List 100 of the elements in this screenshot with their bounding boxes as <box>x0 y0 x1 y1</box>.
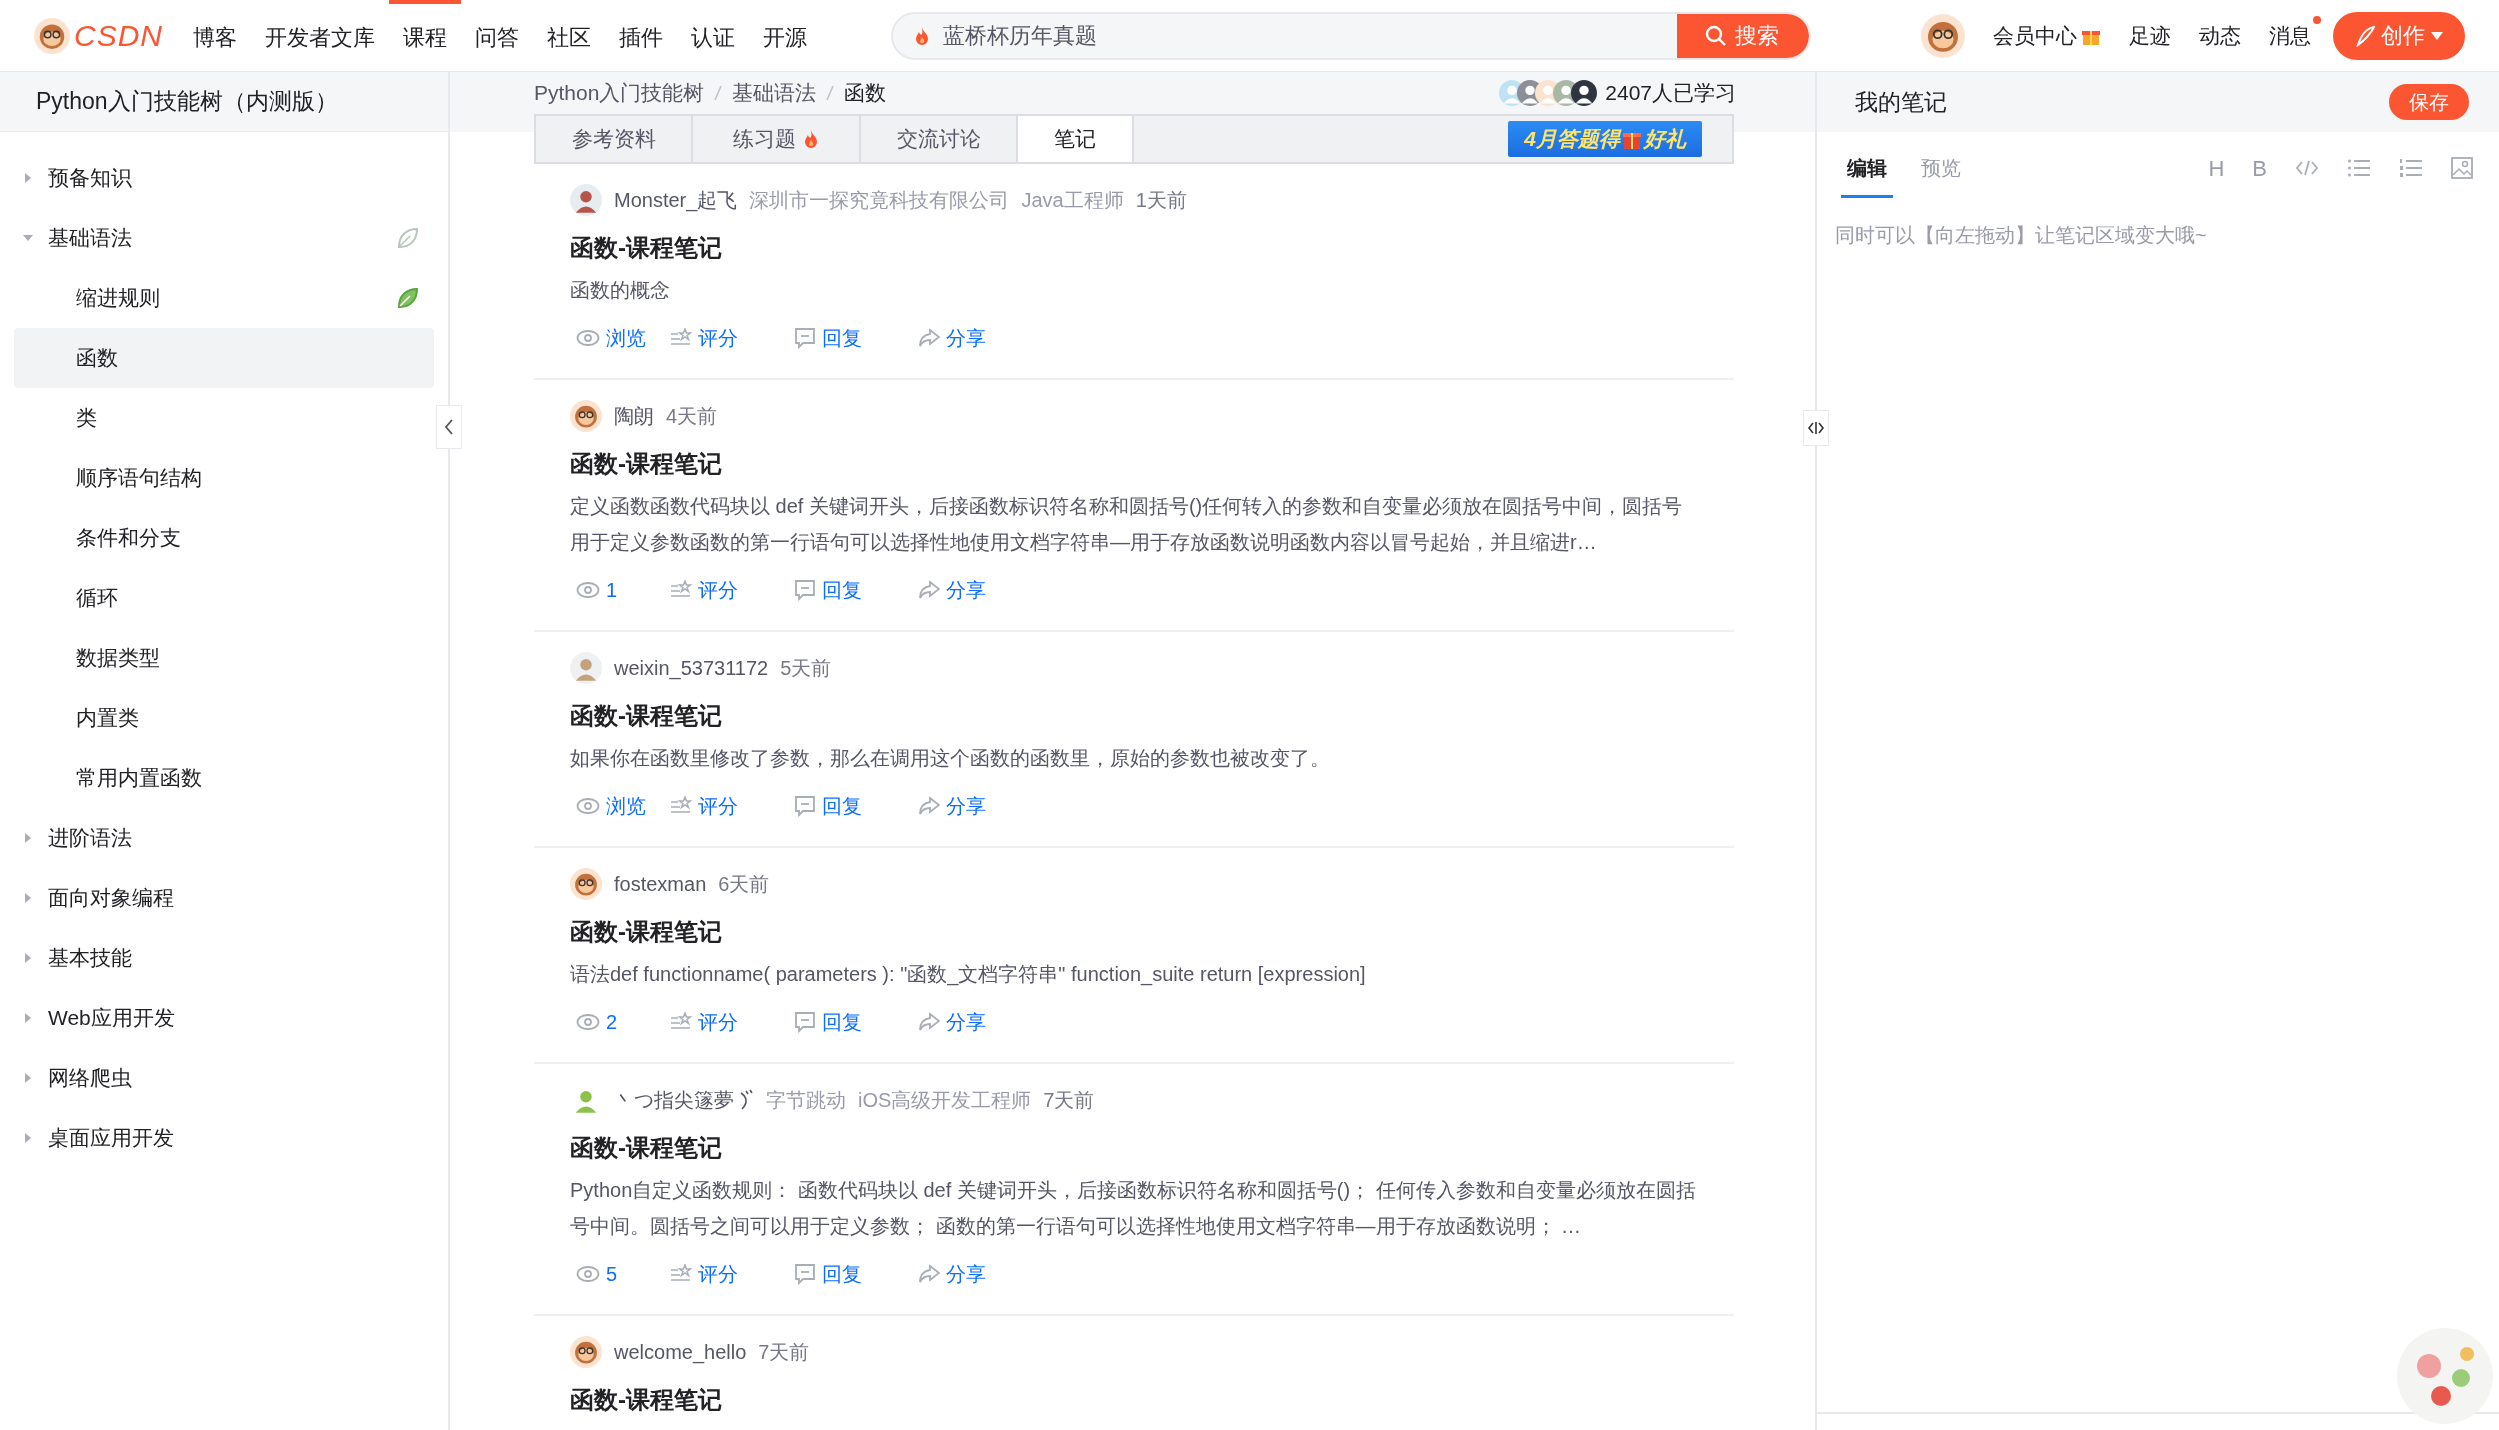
tree-label: 预备知识 <box>48 165 132 192</box>
post-time: 6天前 <box>718 872 770 897</box>
share-link[interactable]: 分享 <box>912 1007 1036 1037</box>
share-link[interactable]: 分享 <box>912 791 1036 821</box>
view-count[interactable]: 浏览 <box>570 791 664 821</box>
reply-link[interactable]: 回复 <box>788 1007 912 1037</box>
author-name[interactable]: welcome_hello <box>614 1337 747 1367</box>
tree-item[interactable]: 缩进规则 <box>14 268 434 328</box>
view-count[interactable]: 浏览 <box>570 323 664 353</box>
tree-item[interactable]: 预备知识 <box>14 148 434 208</box>
share-link[interactable]: 分享 <box>912 1259 1036 1289</box>
top-link[interactable]: 足迹 <box>2129 19 2171 52</box>
tree-label: 基础语法 <box>48 225 132 252</box>
company-name: 深圳市一探究竟科技有限公司 <box>749 188 1010 213</box>
share-link[interactable]: 分享 <box>912 323 1036 353</box>
note-title[interactable]: 函数-课程笔记 <box>570 914 1734 950</box>
nav-link[interactable]: 社区 <box>533 0 605 72</box>
tree-label: 内置类 <box>76 705 139 732</box>
rate-link[interactable]: 评分 <box>664 1259 788 1289</box>
note-title[interactable]: 函数-课程笔记 <box>570 446 1734 482</box>
note-title[interactable]: 函数-课程笔记 <box>570 1382 1734 1418</box>
note-title[interactable]: 函数-课程笔记 <box>570 698 1734 734</box>
collapse-handle[interactable] <box>436 405 462 449</box>
editor-tab[interactable]: 编辑 <box>1841 138 1893 198</box>
tree-item[interactable]: 循环 <box>14 568 434 628</box>
user-avatar <box>570 184 602 216</box>
view-count[interactable]: 2 <box>570 1007 664 1037</box>
tree-item[interactable]: 类 <box>14 388 434 448</box>
top-link[interactable]: 消息 <box>2269 19 2311 52</box>
nav-link[interactable]: 博客 <box>179 0 251 72</box>
reply-link[interactable]: 回复 <box>788 323 912 353</box>
tree-label: 数据类型 <box>76 645 160 672</box>
rating-icon <box>670 1264 692 1284</box>
breadcrumb-link[interactable]: 函数 <box>844 77 887 109</box>
nav-link[interactable]: 认证 <box>677 0 749 72</box>
tree-item[interactable]: 内置类 <box>14 688 434 748</box>
top-link[interactable]: 动态 <box>2199 19 2241 52</box>
note-title[interactable]: 函数-课程笔记 <box>570 1130 1734 1166</box>
logo-icon <box>34 17 70 54</box>
tree-item[interactable]: 进阶语法 <box>14 808 434 868</box>
rating-icon <box>670 580 692 600</box>
tree-item[interactable]: 基础语法 <box>14 208 434 268</box>
separator-icon <box>714 85 723 101</box>
tree-label: 进阶语法 <box>48 825 132 852</box>
tree-item[interactable]: 顺序语句结构 <box>14 448 434 508</box>
tree-item[interactable]: 函数 <box>14 328 434 388</box>
post-time: 7天前 <box>1043 1088 1095 1113</box>
view-count[interactable]: 5 <box>570 1259 664 1289</box>
reply-link[interactable]: 回复 <box>788 575 912 605</box>
view-count[interactable]: 1 <box>570 575 664 605</box>
tree-item[interactable]: 面向对象编程 <box>14 868 434 928</box>
tree-item[interactable]: Web应用开发 <box>14 988 434 1048</box>
tree-label: 常用内置函数 <box>76 765 202 792</box>
breadcrumb-link[interactable]: 基础语法 <box>732 77 817 109</box>
resize-handle[interactable] <box>1803 410 1829 446</box>
user-avatar <box>570 400 602 432</box>
nav-link[interactable]: 开源 <box>749 0 821 72</box>
rate-link[interactable]: 评分 <box>664 323 788 353</box>
share-icon <box>918 580 940 600</box>
reply-link[interactable]: 回复 <box>788 791 912 821</box>
user-avatar <box>570 868 602 900</box>
image-icon[interactable] <box>2451 157 2473 179</box>
tree-item[interactable]: 常用内置函数 <box>14 748 434 808</box>
eye-icon <box>576 581 600 599</box>
squiggle-icon <box>738 1089 754 1111</box>
note-body: Python自定义函数规则： 函数代码块以 def 关键词开头，后接函数标识符名称和圆括号()； 任何传入参数和自变量必须放在圆括号中间。圆括号之间可以用于定义参数； 函数的第一行语句可以选择性地使用文档字符串—用于存放函数说明； … <box>570 1178 1696 1239</box>
tree-item[interactable]: 条件和分支 <box>14 508 434 568</box>
pen-icon <box>2355 24 2375 47</box>
tree-item[interactable]: 网络爬虫 <box>14 1048 434 1108</box>
nav-link[interactable]: 插件 <box>605 0 677 72</box>
eye-icon <box>576 1013 600 1031</box>
tree-item[interactable]: 基本技能 <box>14 928 434 988</box>
nav-link[interactable]: 问答 <box>461 0 533 72</box>
tree-item[interactable]: 数据类型 <box>14 628 434 688</box>
note-body: 语法def functionname( parameters ): "函数_文档字符串" function_suite return [expression] <box>570 962 1367 988</box>
tree-label: 类 <box>76 405 97 432</box>
author-name[interactable]: Monster_起飞 <box>614 185 738 215</box>
share-icon <box>918 328 940 348</box>
author-name[interactable]: 丶つ指尖篴夢 <box>614 1085 734 1115</box>
user-avatar <box>1921 13 1965 58</box>
rate-link[interactable]: 评分 <box>664 791 788 821</box>
reply-link[interactable]: 回复 <box>788 1259 912 1289</box>
nav-link[interactable]: 开发者文库 <box>251 0 389 72</box>
tree-item[interactable]: 桌面应用开发 <box>14 1108 434 1168</box>
rate-link[interactable]: 评分 <box>664 1007 788 1037</box>
share-link[interactable]: 分享 <box>912 575 1036 605</box>
top-link[interactable]: 会员中心 <box>1993 19 2101 52</box>
breadcrumb-link[interactable]: Python入门技能树 <box>534 77 705 109</box>
tree-label: 循环 <box>76 585 118 612</box>
bullet-list-icon[interactable] <box>2347 158 2371 178</box>
notification-dot <box>2313 15 2321 24</box>
code-icon[interactable] <box>2295 158 2319 178</box>
note-title[interactable]: 函数-课程笔记 <box>570 230 1734 266</box>
author-name[interactable]: fostexman <box>614 869 707 899</box>
author-name[interactable]: 陶朗 <box>614 401 654 431</box>
rate-link[interactable]: 评分 <box>664 575 788 605</box>
numbered-list-icon[interactable] <box>2399 158 2423 178</box>
tree-label: 网络爬虫 <box>48 1065 132 1092</box>
author-name[interactable]: weixin_53731172 <box>614 653 769 683</box>
tab[interactable]: 笔记 <box>1018 116 1134 162</box>
